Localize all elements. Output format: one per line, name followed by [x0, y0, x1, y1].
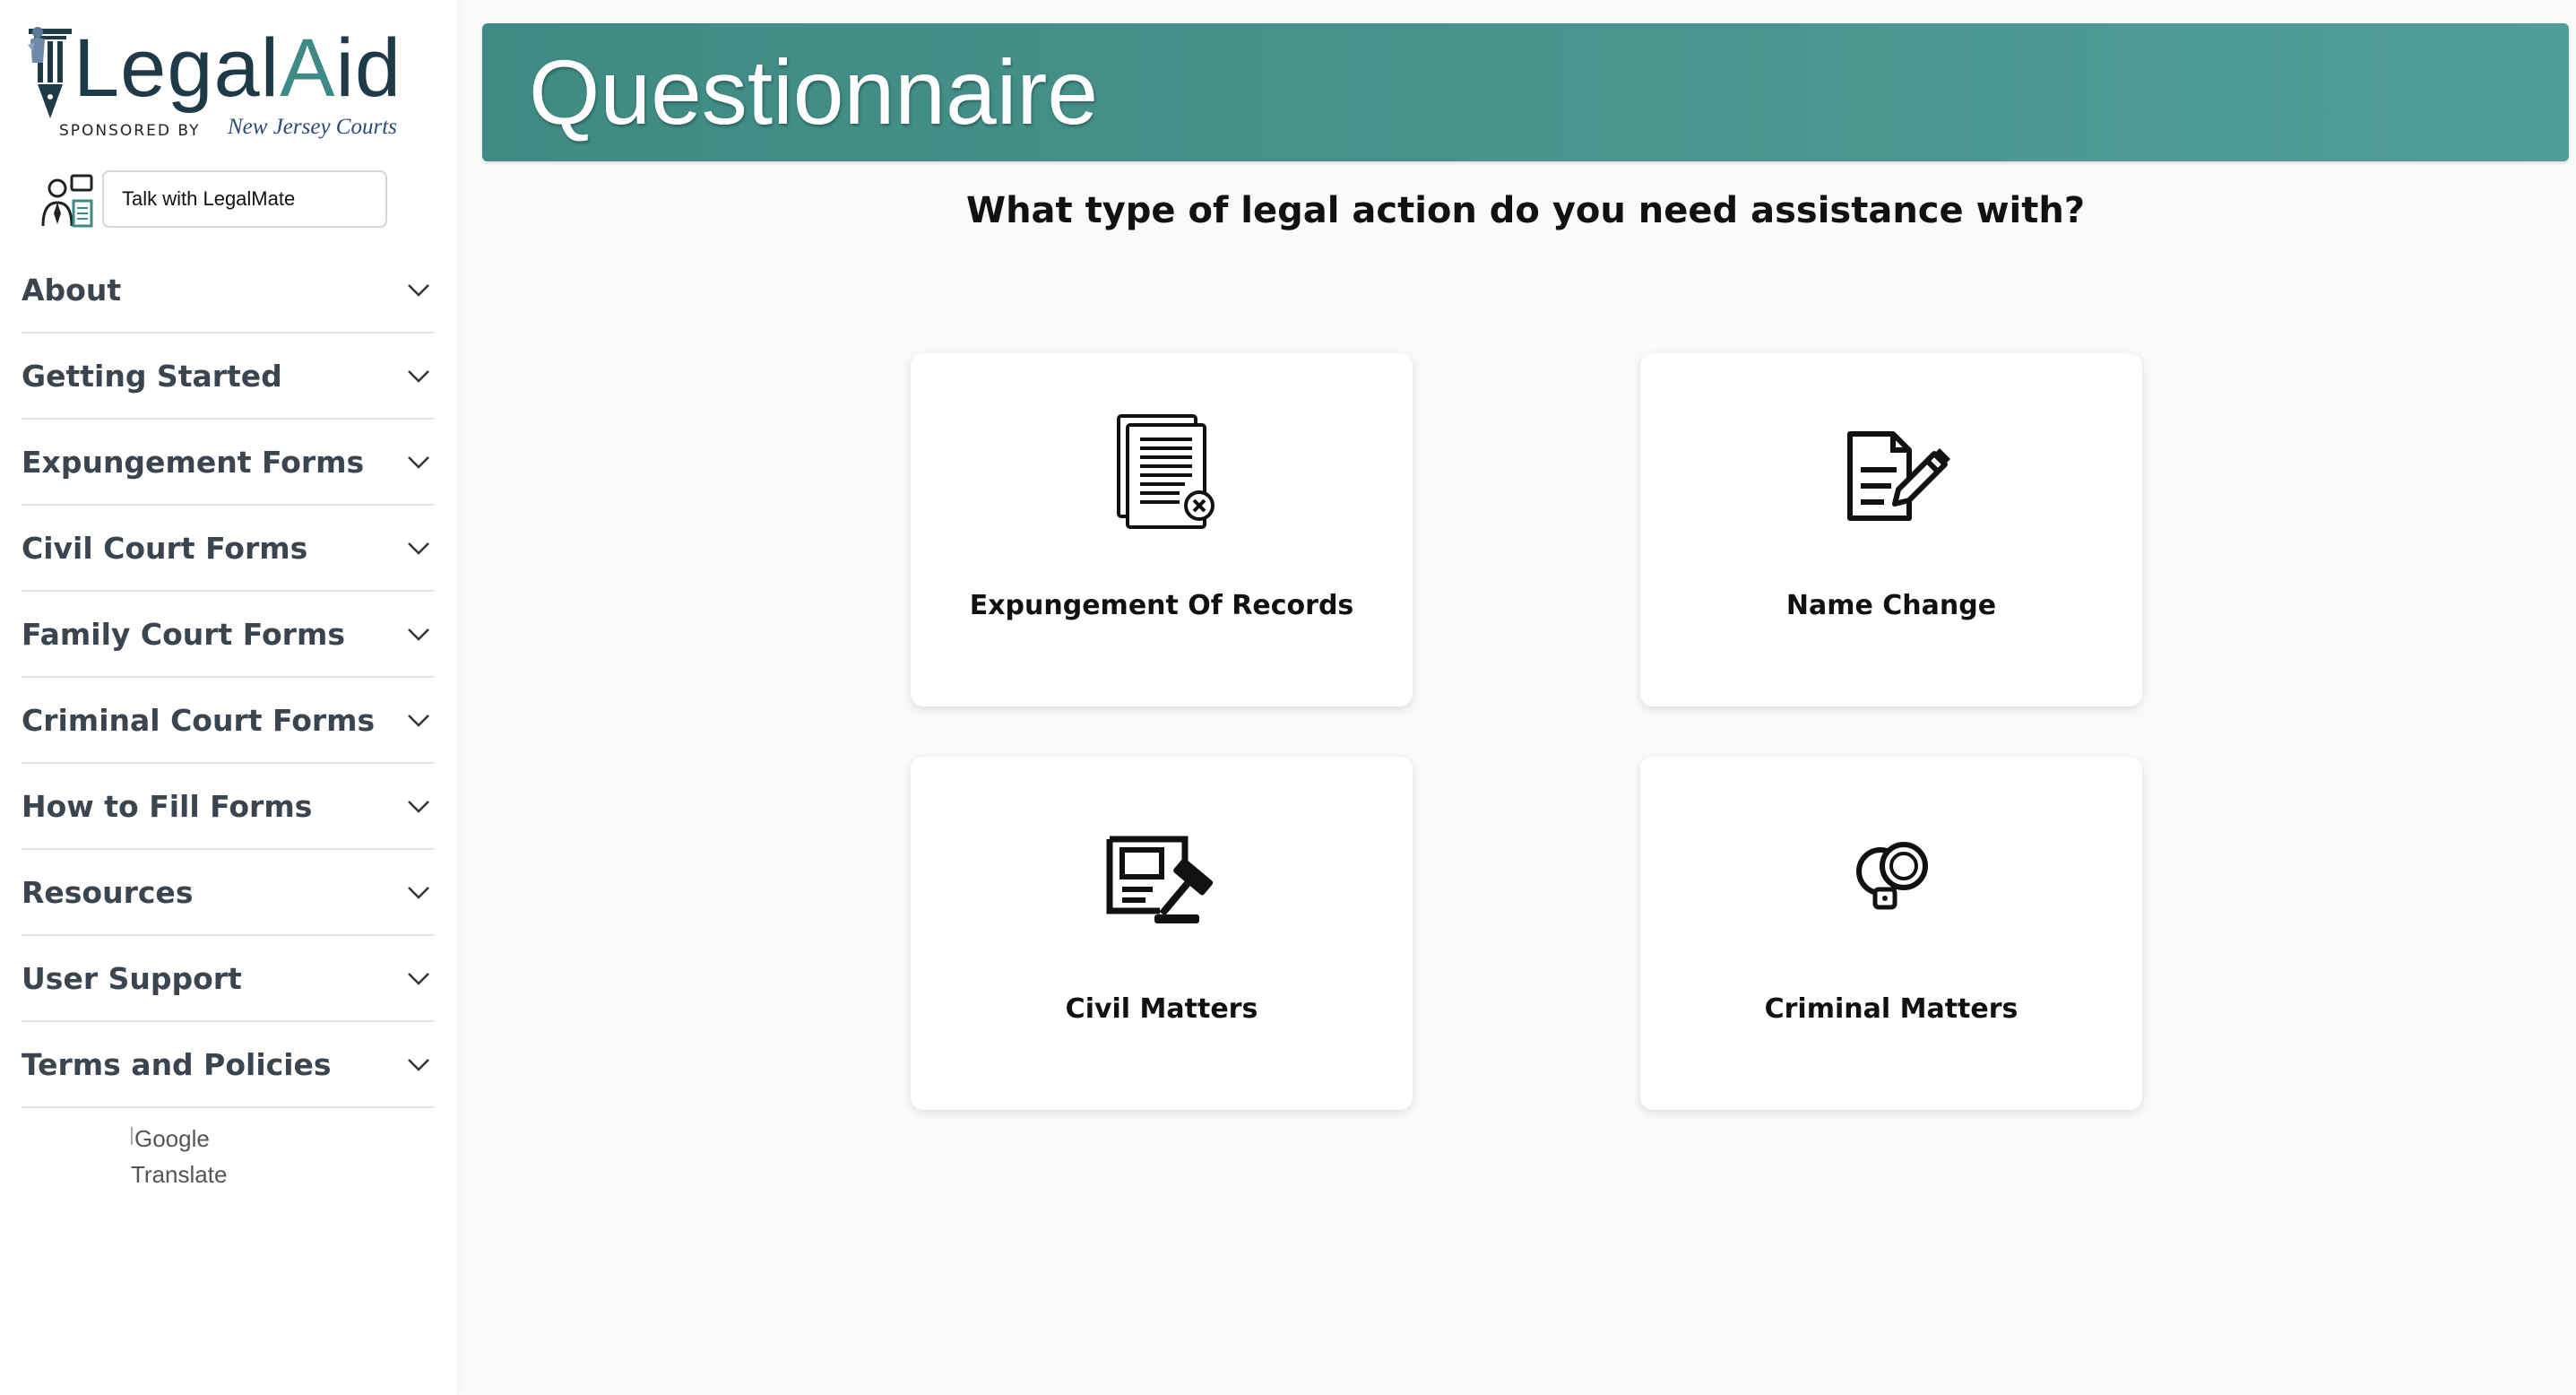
sidebar-item-label: Expungement Forms	[22, 444, 365, 480]
option-card-name-change[interactable]: Name Change	[1640, 353, 2142, 706]
option-label: Name Change	[1785, 590, 1997, 621]
sidebar-item-expungement-forms[interactable]: Expungement Forms	[22, 420, 434, 506]
sidebar-item-about[interactable]: About	[22, 247, 434, 334]
assistant-icon[interactable]	[39, 174, 95, 230]
sidebar-item-label: Family Court Forms	[22, 616, 345, 652]
sidebar-nav: About Getting Started Expungement Forms …	[22, 247, 434, 1108]
sidebar-item-label: About	[22, 272, 122, 308]
legalaid-logo[interactable]: LegalAid SPONSORED BY New Jersey Courts	[25, 25, 402, 158]
option-label: Criminal Matters	[1764, 993, 2018, 1025]
legalmate-chat-row: Talk with LegalMate	[39, 170, 398, 233]
chevron-down-icon[interactable]	[405, 879, 432, 905]
sponsored-by-label: SPONSORED BY	[59, 122, 201, 140]
page-title: Questionnaire	[529, 41, 1099, 143]
nj-courts-seal-icon	[28, 27, 45, 63]
sidebar-item-label: Getting Started	[22, 358, 282, 394]
sidebar-item-criminal-court-forms[interactable]: Criminal Court Forms	[22, 678, 434, 764]
option-card-expungement[interactable]: Expungement Of Records	[911, 353, 1413, 706]
sidebar-item-how-to-fill-forms[interactable]: How to Fill Forms	[22, 764, 434, 850]
sidebar-item-label: Terms and Policies	[22, 1046, 332, 1082]
sidebar-item-getting-started[interactable]: Getting Started	[22, 334, 434, 420]
sidebar-item-label: Civil Court Forms	[22, 530, 308, 566]
chevron-down-icon[interactable]	[405, 1051, 432, 1078]
talk-with-legalmate-button[interactable]: Talk with LegalMate	[102, 170, 387, 228]
gavel-icon	[1106, 836, 1214, 923]
chevron-down-icon[interactable]	[405, 534, 432, 561]
sidebar-item-label: How to Fill Forms	[22, 788, 313, 824]
google-translate-image[interactable]: Google Translate	[131, 1121, 227, 1192]
handcuffs-icon	[1856, 842, 1928, 910]
option-label: Civil Matters	[1065, 993, 1258, 1025]
document-remove-icon	[1117, 414, 1215, 529]
chevron-down-icon[interactable]	[405, 276, 432, 303]
google-translate-alt-line2: Translate	[131, 1161, 228, 1188]
sidebar-item-family-court-forms[interactable]: Family Court Forms	[22, 592, 434, 678]
sidebar-item-user-support[interactable]: User Support	[22, 936, 434, 1022]
sidebar-item-civil-court-forms[interactable]: Civil Court Forms	[22, 506, 434, 592]
chevron-down-icon[interactable]	[405, 362, 432, 389]
chevron-down-icon[interactable]	[405, 448, 432, 475]
sidebar-item-resources[interactable]: Resources	[22, 850, 434, 936]
logo-wordmark: LegalAid	[73, 22, 402, 114]
sidebar: LegalAid SPONSORED BY New Jersey Courts …	[0, 0, 457, 1395]
question-prompt: What type of legal action do you need as…	[965, 190, 2086, 231]
chevron-down-icon[interactable]	[405, 793, 432, 819]
google-translate-alt-line1: Google	[134, 1125, 210, 1152]
chevron-down-icon[interactable]	[405, 965, 432, 992]
sidebar-item-label: Resources	[22, 874, 194, 910]
sponsor-name: New Jersey Courts	[228, 115, 397, 139]
document-edit-icon	[1847, 431, 1950, 521]
option-label: Expungement Of Records	[969, 590, 1354, 621]
sidebar-item-label: Criminal Court Forms	[22, 702, 376, 738]
sidebar-item-label: User Support	[22, 960, 242, 996]
chevron-down-icon[interactable]	[405, 620, 432, 647]
sidebar-item-terms-and-policies[interactable]: Terms and Policies	[22, 1022, 434, 1108]
option-card-criminal-matters[interactable]: Criminal Matters	[1640, 757, 2142, 1110]
page-header-banner: Questionnaire	[482, 23, 2569, 161]
chevron-down-icon[interactable]	[405, 706, 432, 733]
option-card-civil-matters[interactable]: Civil Matters	[911, 757, 1413, 1110]
